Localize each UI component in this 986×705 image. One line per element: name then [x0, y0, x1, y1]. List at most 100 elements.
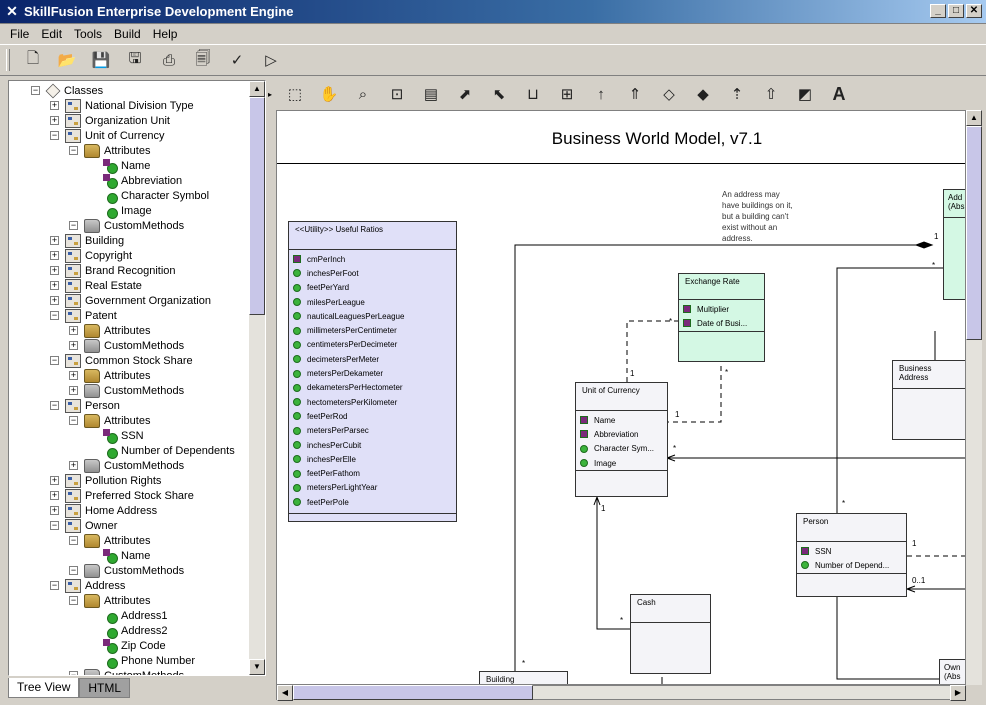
- tree-node[interactable]: Image: [88, 203, 152, 219]
- expand-icon[interactable]: +: [50, 236, 59, 245]
- tree-scroll-thumb[interactable]: [249, 97, 265, 315]
- collapse-icon[interactable]: −: [69, 536, 78, 545]
- tree-node[interactable]: + CustomMethods: [69, 458, 184, 473]
- diagram-vertical-scrollbar[interactable]: ▲: [966, 110, 982, 685]
- class-box-icon[interactable]: ▤: [416, 82, 446, 106]
- tree-node[interactable]: + Brand Recognition: [50, 263, 176, 278]
- menu-tools[interactable]: Tools: [68, 27, 108, 41]
- realization-icon[interactable]: ⇧: [756, 82, 786, 106]
- composition-filled-icon[interactable]: ◆: [688, 82, 718, 106]
- hierarchy-icon[interactable]: ⊞: [552, 82, 582, 106]
- expand-icon[interactable]: +: [50, 281, 59, 290]
- tree-node[interactable]: + Attributes: [69, 368, 150, 383]
- tree-node[interactable]: − Address: [50, 578, 125, 593]
- expand-icon[interactable]: +: [50, 116, 59, 125]
- menu-build[interactable]: Build: [108, 27, 147, 41]
- dependency-icon[interactable]: ⇡: [722, 82, 752, 106]
- save-all-icon[interactable]: 🖫: [122, 48, 148, 72]
- print-preview-icon[interactable]: 🗐: [190, 48, 216, 72]
- arrow-up-icon[interactable]: ↑: [586, 82, 616, 106]
- select-area-icon[interactable]: ⬚: [280, 82, 310, 106]
- collapse-icon[interactable]: −: [69, 596, 78, 605]
- expand-icon[interactable]: +: [50, 296, 59, 305]
- expand-icon[interactable]: +: [69, 461, 78, 470]
- collapse-arrow-icon[interactable]: ▸: [268, 90, 272, 99]
- expand-icon[interactable]: +: [50, 476, 59, 485]
- tree-node[interactable]: + Government Organization: [50, 293, 211, 308]
- expand-icon[interactable]: +: [69, 386, 78, 395]
- tree-node[interactable]: Number of Dependents: [88, 443, 235, 459]
- utility-useful-ratios-class[interactable]: <<Utility>> Useful Ratios cmPerInch inche…: [288, 221, 457, 522]
- new-file-icon[interactable]: 🗋: [20, 48, 46, 72]
- tree-node[interactable]: + Building: [50, 233, 124, 248]
- tree-node[interactable]: − Unit of Currency: [50, 128, 164, 143]
- collapse-icon[interactable]: −: [50, 521, 59, 530]
- menu-file[interactable]: File: [4, 27, 35, 41]
- tree-node[interactable]: Name: [88, 158, 150, 174]
- run-icon[interactable]: ▷: [258, 48, 284, 72]
- expand-icon[interactable]: +: [50, 251, 59, 260]
- expand-icon[interactable]: +: [69, 371, 78, 380]
- tree-node[interactable]: + Pollution Rights: [50, 473, 161, 488]
- business-address-class[interactable]: Business Address: [892, 360, 965, 440]
- tree-node[interactable]: + CustomMethods: [69, 383, 184, 398]
- diagram-horizontal-scrollbar[interactable]: ◀ ▶: [276, 685, 966, 701]
- composition-icon[interactable]: ◇: [654, 82, 684, 106]
- tree-node[interactable]: Address1: [88, 608, 167, 624]
- address-class-partial[interactable]: Add (Abs: [943, 189, 965, 300]
- collapse-icon[interactable]: −: [69, 221, 78, 230]
- zoom-fit-icon[interactable]: ⊡: [382, 82, 412, 106]
- collapse-icon[interactable]: −: [50, 356, 59, 365]
- pan-hand-icon[interactable]: ✋: [314, 82, 344, 106]
- scroll-left-icon[interactable]: ◀: [277, 685, 293, 701]
- panel-splitter[interactable]: ▸: [268, 80, 274, 700]
- diagram-canvas[interactable]: Business World Model, v7.1 An address ma…: [276, 110, 966, 685]
- collapse-icon[interactable]: −: [69, 146, 78, 155]
- open-folder-icon[interactable]: 📂: [54, 48, 80, 72]
- expand-icon[interactable]: +: [50, 506, 59, 515]
- collapse-icon[interactable]: −: [69, 566, 78, 575]
- tree-node[interactable]: + Preferred Stock Share: [50, 488, 194, 503]
- collapse-icon[interactable]: −: [50, 401, 59, 410]
- tree-node[interactable]: − Person: [50, 398, 120, 413]
- tree-node[interactable]: + Organization Unit: [50, 113, 170, 128]
- tree-node[interactable]: Zip Code: [88, 638, 166, 654]
- tree-node[interactable]: − CustomMethods: [69, 218, 184, 233]
- tree-node[interactable]: Abbreviation: [88, 173, 182, 189]
- close-button[interactable]: ✕: [966, 4, 982, 18]
- cash-class[interactable]: Cash: [630, 594, 711, 674]
- collapse-icon[interactable]: −: [50, 311, 59, 320]
- tree-node[interactable]: + Home Address: [50, 503, 157, 518]
- tab-html[interactable]: HTML: [79, 678, 131, 698]
- minimize-button[interactable]: _: [930, 4, 946, 18]
- expand-icon[interactable]: +: [50, 491, 59, 500]
- collapse-icon[interactable]: −: [69, 671, 78, 675]
- link-icon[interactable]: ⊔: [518, 82, 548, 106]
- tree-node[interactable]: − CustomMethods: [69, 563, 184, 578]
- note-icon[interactable]: ◩: [790, 82, 820, 106]
- collapse-icon[interactable]: −: [50, 131, 59, 140]
- building-class[interactable]: Building: [479, 671, 568, 684]
- tree-scrollbar[interactable]: ▲ ▼: [249, 81, 265, 675]
- unit-of-currency-class[interactable]: Unit of Currency Name Abbreviation Chara…: [575, 382, 668, 497]
- owner-class-partial[interactable]: Own (Abs: [939, 659, 965, 684]
- scroll-up-icon[interactable]: ▲: [966, 110, 982, 126]
- aggregation-icon[interactable]: ⬉: [484, 82, 514, 106]
- tree-node[interactable]: − Classes: [31, 83, 103, 98]
- inherit-arrow-icon[interactable]: ⇑: [620, 82, 650, 106]
- tree-node[interactable]: Phone Number: [88, 653, 195, 669]
- tree-node[interactable]: − Attributes: [69, 413, 150, 428]
- validate-icon[interactable]: ✓: [224, 48, 250, 72]
- tree-node[interactable]: SSN: [88, 428, 144, 444]
- save-icon[interactable]: 💾: [88, 48, 114, 72]
- tree-node[interactable]: − CustomMethods: [69, 668, 184, 675]
- tree-node[interactable]: − Patent: [50, 308, 117, 323]
- diagram-hscroll-thumb[interactable]: [293, 685, 533, 700]
- print-icon[interactable]: ⎙: [156, 48, 182, 72]
- tree-node[interactable]: − Common Stock Share: [50, 353, 193, 368]
- expand-icon[interactable]: +: [50, 101, 59, 110]
- collapse-icon[interactable]: −: [31, 86, 40, 95]
- scroll-up-icon[interactable]: ▲: [249, 81, 265, 97]
- maximize-button[interactable]: □: [948, 4, 964, 18]
- collapse-icon[interactable]: −: [69, 416, 78, 425]
